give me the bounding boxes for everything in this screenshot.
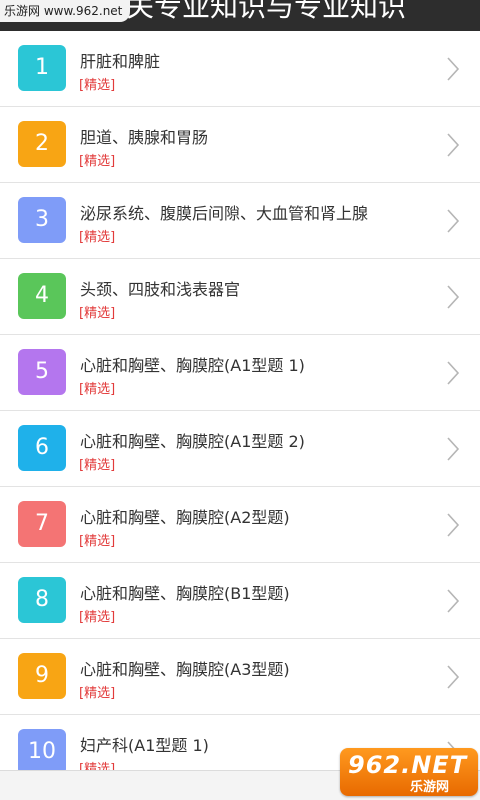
item-number-badge: 8 <box>18 577 66 623</box>
chevron-right-icon <box>446 664 460 690</box>
logo-text: 962.NET <box>348 751 468 779</box>
item-number-badge: 1 <box>18 45 66 91</box>
item-title: 心脏和胸壁、胸膜腔(A1型题 1) <box>80 356 305 375</box>
chevron-right-icon <box>446 436 460 462</box>
item-title: 肝脏和脾脏 <box>80 52 161 71</box>
item-number-badge: 5 <box>18 349 66 395</box>
logo-subtext: 乐游网 <box>410 780 450 795</box>
item-title: 心脏和胸壁、胸膜腔(A3型题) <box>80 660 290 679</box>
list-item[interactable]: 3 泌尿系统、腹膜后间隙、大血管和肾上腺 [精选] <box>0 183 480 259</box>
chapter-list: 1 肝脏和脾脏 [精选] 2 胆道、胰腺和胃肠 [精选] 3 泌尿系统、腹膜后间隙、大血管和肾… <box>0 31 480 791</box>
item-number-badge: 4 <box>18 273 66 319</box>
list-item[interactable]: 7 心脏和胸壁、胸膜腔(A2型题) [精选] <box>0 487 480 563</box>
item-title: 妇产科(A1型题 1) <box>80 736 209 755</box>
item-title: 心脏和胸壁、胸膜腔(A2型题) <box>80 508 290 527</box>
list-item[interactable]: 2 胆道、胰腺和胃肠 [精选] <box>0 107 480 183</box>
item-number-badge: 10 <box>18 729 66 775</box>
chevron-right-icon <box>446 132 460 158</box>
item-tag: [精选] <box>79 458 116 473</box>
title-bar: 相关专业知识与专业知识 乐游网 www.962.net <box>0 0 480 31</box>
site-logo: 962.NET 乐游网 <box>340 748 478 796</box>
item-number-badge: 6 <box>18 425 66 471</box>
list-item[interactable]: 1 肝脏和脾脏 [精选] <box>0 31 480 107</box>
chevron-right-icon <box>446 360 460 386</box>
item-tag: [精选] <box>79 686 116 701</box>
item-tag: [精选] <box>79 78 116 93</box>
item-tag: [精选] <box>79 382 116 397</box>
chevron-right-icon <box>446 512 460 538</box>
item-title: 心脏和胸壁、胸膜腔(B1型题) <box>80 584 290 603</box>
page-title: 相关专业知识与专业知识 <box>98 0 407 23</box>
item-number-badge: 2 <box>18 121 66 167</box>
item-tag: [精选] <box>79 306 116 321</box>
item-tag: [精选] <box>79 610 116 625</box>
list-item[interactable]: 4 头颈、四肢和浅表器官 [精选] <box>0 259 480 335</box>
app-screen: 相关专业知识与专业知识 乐游网 www.962.net 1 肝脏和脾脏 [精选] 2 胆… <box>0 0 480 800</box>
item-tag: [精选] <box>79 230 116 245</box>
chevron-right-icon <box>446 284 460 310</box>
item-number-badge: 7 <box>18 501 66 547</box>
list-item[interactable]: 9 心脏和胸壁、胸膜腔(A3型题) [精选] <box>0 639 480 715</box>
chevron-right-icon <box>446 588 460 614</box>
item-title: 心脏和胸壁、胸膜腔(A1型题 2) <box>80 432 305 451</box>
list-item[interactable]: 8 心脏和胸壁、胸膜腔(B1型题) [精选] <box>0 563 480 639</box>
watermark-label: 乐游网 www.962.net <box>0 0 131 22</box>
item-number-badge: 3 <box>18 197 66 243</box>
list-item[interactable]: 5 心脏和胸壁、胸膜腔(A1型题 1) [精选] <box>0 335 480 411</box>
chevron-right-icon <box>446 208 460 234</box>
item-tag: [精选] <box>79 534 116 549</box>
item-title: 头颈、四肢和浅表器官 <box>80 280 241 299</box>
item-number-badge: 9 <box>18 653 66 699</box>
item-title: 泌尿系统、腹膜后间隙、大血管和肾上腺 <box>80 204 369 223</box>
item-title: 胆道、胰腺和胃肠 <box>80 128 209 147</box>
item-tag: [精选] <box>79 154 116 169</box>
list-item[interactable]: 6 心脏和胸壁、胸膜腔(A1型题 2) [精选] <box>0 411 480 487</box>
chevron-right-icon <box>446 56 460 82</box>
